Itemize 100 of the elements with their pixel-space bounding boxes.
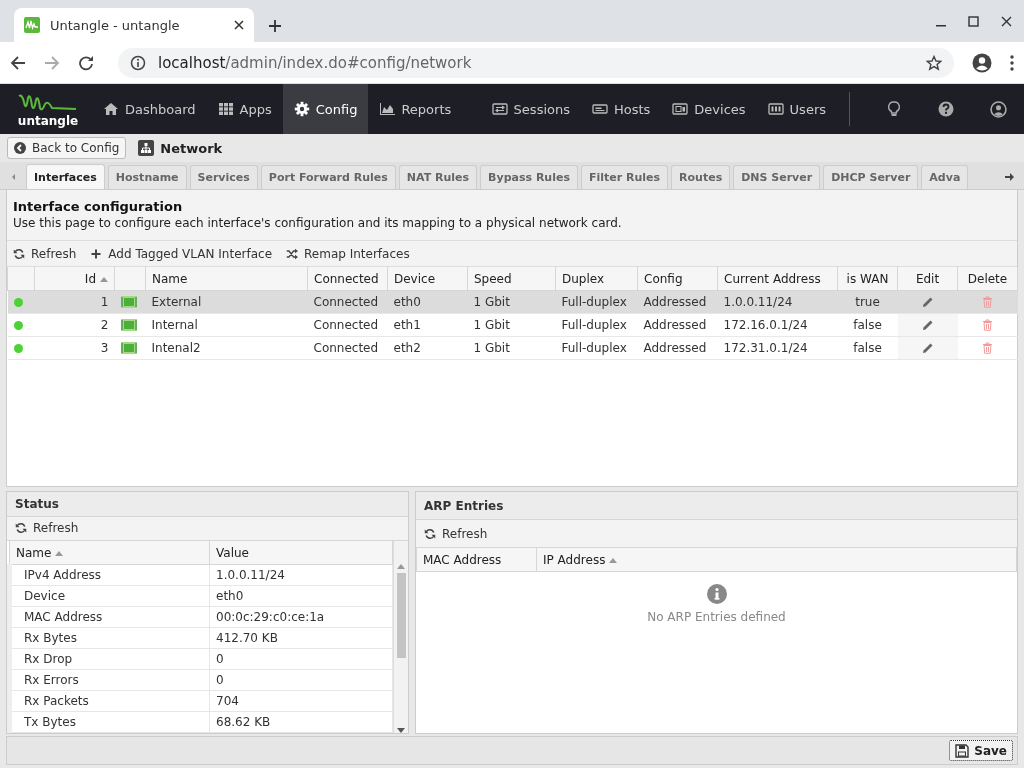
gear-icon [293,101,310,117]
table-cell: 1.0.0.11/24 [717,290,838,314]
refresh-button[interactable]: Refresh [424,526,488,541]
table-cell: Rx Drop [9,648,210,670]
logo-text: untangle [17,114,79,127]
sort-ascending-icon [609,556,618,563]
table-cell: 1 Gbit [467,313,556,337]
toolbar-button[interactable]: Add Tagged VLAN Interface [90,246,272,261]
more-menu-icon [1010,54,1014,71]
table-cell: Connected [307,336,388,360]
hosts-icon [592,101,608,117]
table-cell: Connected [307,313,388,337]
tab-favicon-icon [24,17,40,33]
refresh-icon [15,522,27,535]
column-header[interactable]: Connected [307,267,388,291]
scrollbar[interactable] [393,541,408,733]
empty-message: No ARP Entries defined [647,610,786,624]
table-cell: 412.70 KB [209,627,393,649]
column-header[interactable]: MAC Address [416,548,537,572]
tab[interactable]: Hostname [107,165,187,189]
toolbar-button[interactable]: Refresh [13,246,77,261]
tab[interactable]: Routes [671,165,731,189]
tab[interactable]: NAT Rules [398,165,478,189]
nav-item[interactable]: Sessions [480,84,581,134]
minimize-icon [936,24,946,27]
status-dot-icon [13,297,23,307]
tab[interactable]: Services [189,165,258,189]
tab[interactable]: Interfaces [26,164,105,189]
devices-icon [672,101,689,117]
nav-item[interactable]: Users [756,84,837,134]
scroll-right-icon [1004,171,1014,182]
nav-item[interactable]: Config [282,84,369,134]
tab[interactable]: Port Forward Rules [260,165,396,189]
save-button[interactable]: Save [949,740,1013,761]
section-title: Interface configuration [13,199,184,214]
table-cell: false [837,313,898,337]
refresh-button[interactable]: Refresh [15,521,79,536]
panel-title: ARP Entries [424,498,504,513]
column-header[interactable]: Config [637,267,718,291]
column-header[interactable]: IP Address [536,548,1017,572]
tab[interactable]: Bypass Rules [480,165,578,189]
table-cell: 704 [209,690,393,712]
tab[interactable]: Adva [921,165,969,189]
table-cell: 68.62 KB [209,711,393,733]
column-header[interactable]: Current Address [717,267,838,291]
table-cell: Rx Bytes [9,627,210,649]
column-header[interactable]: Name [9,541,210,565]
table-cell: MAC Address [9,606,210,628]
column-header[interactable]: Delete [957,267,1018,291]
account-icon [989,100,1007,118]
column-header[interactable]: Edit [897,267,958,291]
pencil-icon [921,319,934,331]
column-header[interactable]: Duplex [555,267,638,291]
tab[interactable]: DNS Server [733,165,821,189]
table-row[interactable]: 1 External Connected eth0 1 Gbit Full-duplex Addressed 1.0.0.11/24 true [7,290,1018,314]
trash-icon [982,342,993,354]
forward-arrow-icon [44,54,60,71]
column-header[interactable]: Id [34,267,115,291]
nav-item[interactable]: Reports [368,84,463,134]
table-cell: 3 [34,336,115,360]
column-header[interactable]: Value [209,541,393,565]
shuffle-icon [286,247,298,260]
table-cell: eth0 [209,585,393,607]
tab[interactable]: DHCP Server [823,165,919,189]
nav-item[interactable]: Hosts [581,84,662,134]
table-cell: IPv4 Address [9,564,210,586]
tab[interactable]: Filter Rules [580,165,669,189]
trash-icon [982,319,993,331]
nav-item[interactable]: Devices [661,84,757,134]
network-card-icon [120,318,137,332]
table-row[interactable]: 3 Intenal2 Connected eth2 1 Gbit Full-duplex Addressed 172.31.0.1/24 false [7,336,1018,360]
section-description: Use this page to configure each interface's configuration and its mapping to a physical network card. [13,216,623,230]
page-title: Network [160,140,223,156]
circle-arrow-left-icon [14,142,26,154]
table-cell: Full-duplex [555,313,638,337]
table-cell: 0 [209,648,393,670]
trash-icon [982,296,993,308]
table-cell: 00:0c:29:c0:ce:1a [209,606,393,628]
refresh-icon [13,247,25,260]
table-cell: Addressed [637,313,718,337]
back-to-config-button[interactable]: Back to Config [7,137,127,159]
status-dot-icon [13,343,23,353]
nav-item[interactable]: Dashboard [92,84,207,134]
grid-icon [217,101,234,117]
sort-ascending-icon [55,549,64,556]
toolbar-button[interactable]: Remap Interfaces [286,246,410,261]
info-icon [706,584,727,604]
pencil-icon [921,342,934,354]
column-header[interactable]: Speed [467,267,556,291]
column-header[interactable]: Name [145,267,308,291]
pencil-icon [921,296,934,308]
plus-icon [90,247,103,260]
column-header[interactable]: is WAN [837,267,898,291]
table-cell: 2 [34,313,115,337]
network-card-icon [120,295,137,309]
users-icon [767,101,784,117]
nav-item[interactable]: Apps [206,84,283,134]
column-header[interactable]: Device [387,267,468,291]
table-row[interactable]: 2 Internal Connected eth1 1 Gbit Full-duplex Addressed 172.16.0.1/24 false [7,313,1018,337]
home-icon [103,101,119,117]
